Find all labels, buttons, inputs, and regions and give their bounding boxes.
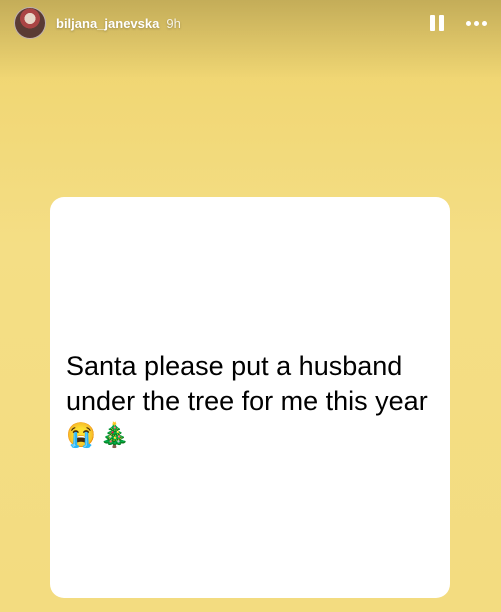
more-icon[interactable]	[466, 20, 487, 26]
avatar[interactable]	[14, 7, 46, 39]
story-text-line-1: Santa please put a husband	[66, 351, 403, 381]
pause-bar-left	[430, 15, 435, 31]
more-dot	[474, 20, 479, 26]
timestamp: 9h	[166, 15, 181, 31]
crying-face-emoji: 😭	[66, 422, 96, 449]
christmas-tree-emoji: 🎄	[99, 422, 130, 449]
username[interactable]: biljana_janevska	[56, 16, 159, 31]
story-header: biljana_janevska 9h	[14, 6, 487, 40]
emoji-row: 😭 🎄	[66, 421, 446, 451]
more-dot	[482, 20, 487, 26]
story-controls	[430, 15, 487, 31]
pause-bar-right	[439, 15, 444, 31]
story-viewer: biljana_janevska 9h Santa please put a h…	[0, 0, 501, 612]
story-text: Santa please put a husband under the tre…	[66, 349, 446, 451]
story-text-card: Santa please put a husband under the tre…	[50, 197, 450, 598]
more-dot	[466, 20, 471, 26]
story-text-line-2: under the tree for me this year	[66, 386, 428, 416]
pause-icon[interactable]	[430, 15, 444, 31]
